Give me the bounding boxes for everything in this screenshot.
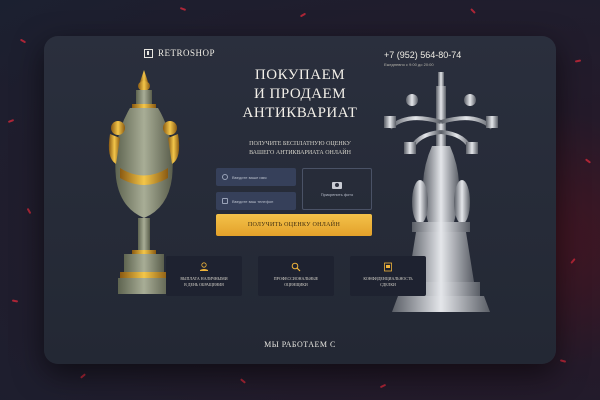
petal-decoration	[584, 158, 592, 164]
contact-block: +7 (952) 564-80-74 Ежедневно с 9:00 до 2…	[384, 50, 461, 67]
photo-upload-button[interactable]: Прикрепить фото	[302, 168, 372, 210]
petal-decoration	[240, 378, 246, 384]
landing-card: RETROSHOP +7 (952) 564-80-74 Ежедневно с…	[44, 36, 556, 364]
phone-placeholder: Введите ваш телефон	[232, 198, 274, 204]
upload-label: Прикрепить фото	[320, 191, 354, 197]
feature-text: ВЫПЛАТА НАЛИЧНЫМИ В ДЕНЬ ОБРАЩЕНИЯ	[180, 276, 228, 287]
petal-decoration	[559, 359, 567, 363]
brand-name: RETROSHOP	[158, 48, 216, 58]
feature-card-confidential: КОНФИДЕНЦИАЛЬНОСТЬ СДЕЛКИ	[350, 256, 426, 296]
name-field[interactable]: Введите ваше имя	[216, 168, 296, 186]
petal-decoration	[574, 59, 582, 63]
feature-card-cash: ВЫПЛАТА НАЛИЧНЫМИ В ДЕНЬ ОБРАЩЕНИЯ	[166, 256, 242, 296]
headline-line: АНТИКВАРИАТ	[242, 105, 358, 121]
petal-decoration	[11, 299, 19, 303]
headline-line: ПОКУПАЕМ	[254, 67, 346, 83]
section-title: МЫ РАБОТАЕМ С	[264, 340, 336, 349]
money-hand-icon	[200, 262, 208, 271]
camera-icon	[332, 181, 342, 189]
petal-decoration	[299, 12, 307, 18]
feature-card-appraisers: ПРОФЕССИОНАЛЬНЫЕ ОЦЕНЩИКИ	[258, 256, 334, 296]
page-title: ПОКУПАЕМ И ПРОДАЕМ АНТИКВАРИАТ	[220, 66, 380, 123]
feature-text: ПРОФЕССИОНАЛЬНЫЕ ОЦЕНЩИКИ	[273, 276, 319, 287]
subtitle-line: ВАШЕГО АНТИКВАРИАТА ОНЛАЙН	[249, 150, 351, 156]
petal-decoration	[7, 119, 15, 123]
phone-icon	[222, 198, 228, 204]
phone-link[interactable]: +7 (952) 564-80-74	[384, 50, 461, 60]
get-estimate-button[interactable]: ПОЛУЧИТЬ ОЦЕНКУ ОНЛАЙН	[216, 214, 372, 236]
petal-decoration	[570, 258, 576, 264]
brand-logo[interactable]: RETROSHOP	[144, 48, 215, 58]
user-icon	[222, 174, 228, 180]
headline-line: И ПРОДАЕМ	[253, 86, 347, 102]
name-placeholder: Введите ваше имя	[232, 174, 267, 180]
document-icon	[384, 262, 392, 272]
magnifier-icon	[291, 262, 301, 272]
feature-text: КОНФИДЕНЦИАЛЬНОСТЬ СДЕЛКИ	[363, 276, 413, 287]
subtitle: ПОЛУЧИТЕ БЕСПЛАТНУЮ ОЦЕНКУ ВАШЕГО АНТИКВ…	[224, 140, 376, 158]
petal-decoration	[80, 373, 86, 379]
petal-decoration	[179, 7, 187, 11]
phone-field[interactable]: Введите ваш телефон	[216, 192, 296, 210]
petal-decoration	[19, 38, 27, 44]
working-hours: Ежедневно с 9:00 до 20:00	[384, 62, 434, 67]
petal-decoration	[26, 207, 32, 215]
subtitle-line: ПОЛУЧИТЕ БЕСПЛАТНУЮ ОЦЕНКУ	[249, 141, 351, 147]
logo-icon	[144, 48, 153, 58]
petal-decoration	[470, 8, 476, 14]
petal-decoration	[379, 383, 387, 389]
